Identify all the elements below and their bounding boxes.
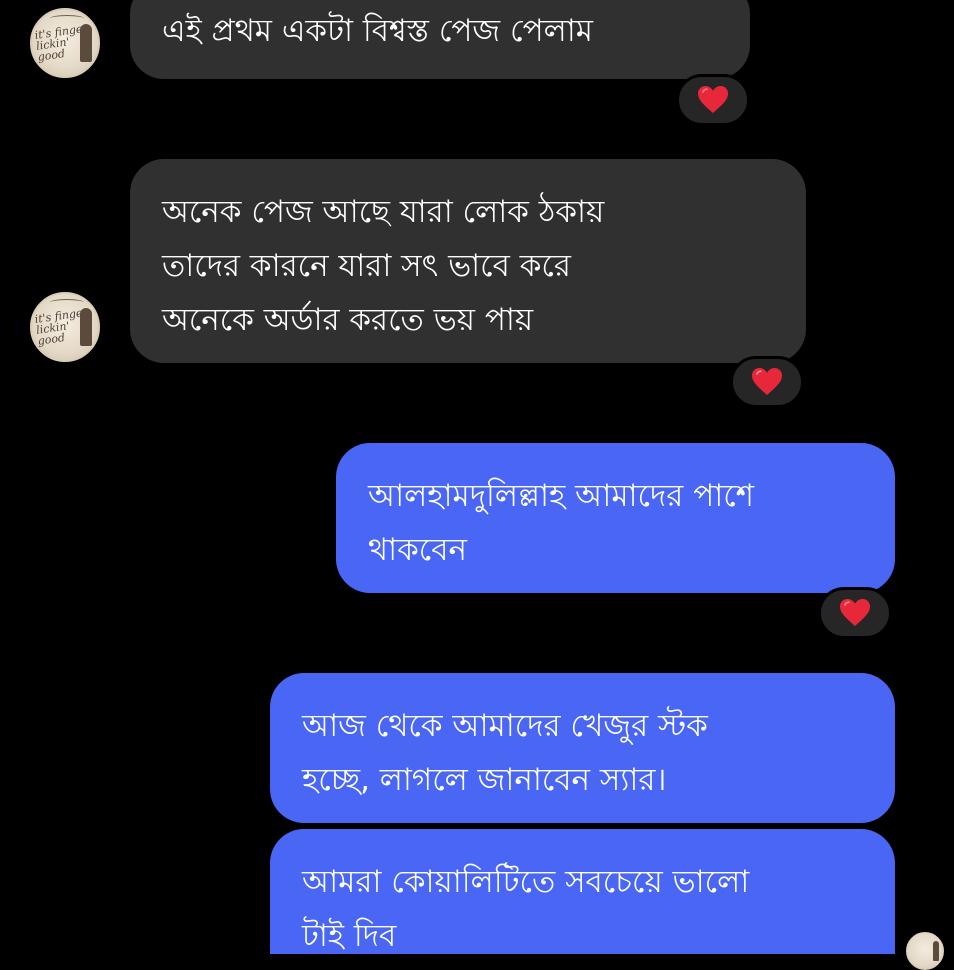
message-text-line: তাদের কারনে যারা সৎ ভাবে করে xyxy=(162,248,571,284)
outgoing-message-bubble[interactable]: আমরা কোয়ালিটিতে সবচেয়ে ভালো টাই দিব xyxy=(270,829,895,954)
message-text-line: থাকবেন xyxy=(368,532,467,568)
message-text-line: অনেকে অর্ডার করতে ভয় পায় xyxy=(162,302,534,338)
message-text-line: আলহামদুলিল্লাহ আমাদের পাশে xyxy=(368,478,755,514)
message-text-line: অনেক পেজ আছে যারা লোক ঠকায় xyxy=(162,194,605,230)
message-text-line: টাই দিব xyxy=(302,918,397,954)
message-text-line: আমরা কোয়ালিটিতে সবচেয়ে ভালো xyxy=(302,864,750,900)
avatar-figure xyxy=(933,941,939,961)
incoming-message-bubble[interactable]: এই প্রথম একটা বিশ্বস্ত পেজ পেলাম xyxy=(130,0,750,79)
logo-arc xyxy=(50,299,84,306)
seen-avatar xyxy=(906,932,944,970)
logo-arc xyxy=(50,15,84,22)
heart-icon xyxy=(752,368,782,395)
incoming-message-bubble[interactable]: অনেক পেজ আছে যারা লোক ঠকায় তাদের কারনে … xyxy=(130,159,806,363)
reaction-pill[interactable] xyxy=(730,356,804,408)
heart-icon xyxy=(698,86,728,113)
heart-icon xyxy=(840,599,870,626)
outgoing-message-bubble[interactable]: আলহামদুলিল্লাহ আমাদের পাশে থাকবেন xyxy=(336,443,895,593)
avatar[interactable]: it's finger lickin' good xyxy=(30,292,100,362)
avatar[interactable]: it's finger lickin' good xyxy=(30,8,100,78)
avatar-figure xyxy=(80,24,92,62)
avatar-figure xyxy=(80,308,92,346)
reaction-pill[interactable] xyxy=(676,74,750,126)
message-text-line: আজ থেকে আমাদের খেজুর স্টক xyxy=(302,708,708,744)
outgoing-message-bubble[interactable]: আজ থেকে আমাদের খেজুর স্টক হচ্ছে, লাগলে জ… xyxy=(270,673,895,823)
reaction-pill[interactable] xyxy=(818,587,892,639)
message-text-line: এই প্রথম একটা বিশ্বস্ত পেজ পেলাম xyxy=(162,13,593,49)
message-text-line: হচ্ছে, লাগলে জানাবেন স্যার। xyxy=(302,762,667,798)
